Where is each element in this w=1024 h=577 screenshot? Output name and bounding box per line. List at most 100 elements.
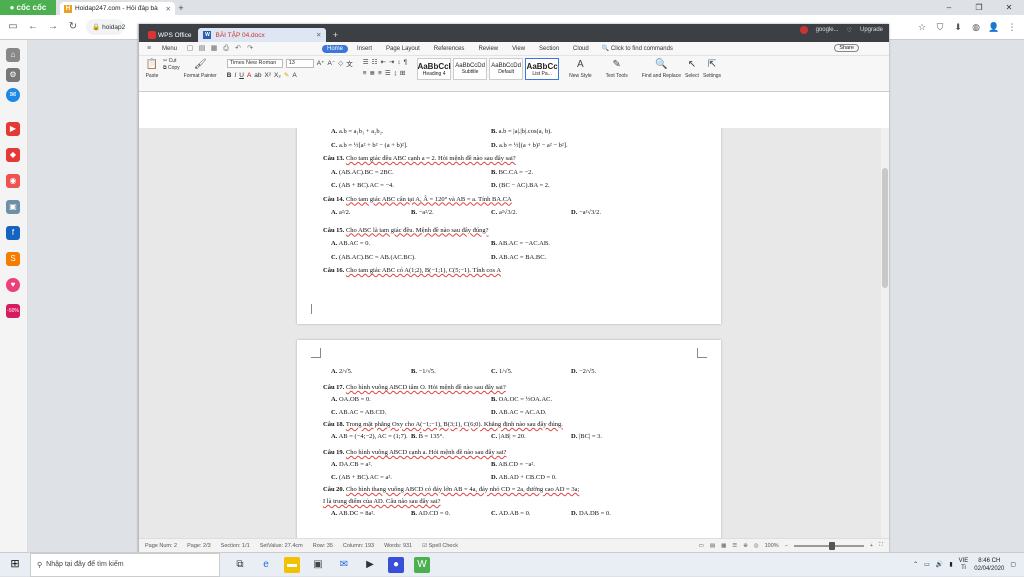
answer-option[interactable]: D. −a²√3/2.	[571, 209, 601, 216]
download-icon[interactable]: ⬇	[952, 21, 964, 33]
answer-option[interactable]: B. BC.CA = −2.	[491, 169, 533, 176]
vertical-scrollbar[interactable]	[881, 128, 889, 538]
select-button[interactable]: ↖ Select	[685, 58, 699, 80]
home-icon[interactable]: ⌂	[6, 48, 20, 62]
answer-option[interactable]: D. |BC| = 3.	[571, 433, 602, 440]
answer-option[interactable]: C. AB.AC = AB.CD.	[331, 409, 386, 416]
grow-font-icon[interactable]: A⁺	[317, 59, 325, 67]
style-list-paragraph[interactable]: AaBbCc List Pa...	[525, 58, 560, 80]
clear-format-icon[interactable]: ◇	[338, 59, 343, 67]
answer-option[interactable]: D. −2/√5.	[571, 368, 596, 375]
text-tools-button[interactable]: ✎ Text Tools	[606, 58, 628, 80]
italic-button[interactable]: I	[234, 72, 236, 79]
scrollbar-thumb[interactable]	[882, 168, 888, 288]
answer-option[interactable]: C. 1/√5.	[491, 368, 512, 375]
strikethrough-icon[interactable]: ab	[254, 72, 261, 79]
shield-icon[interactable]: ⛉	[934, 21, 946, 33]
store-icon[interactable]: ▣	[310, 557, 326, 573]
paste-button[interactable]: 📋 Paste	[145, 58, 159, 80]
answer-option[interactable]: A. a.b = a₁b₁ + a₂b₂.	[331, 128, 384, 135]
tab-home[interactable]: Home	[322, 44, 349, 53]
answer-option[interactable]: B. AD.CD = 0.	[411, 510, 450, 517]
bold-button[interactable]: B	[227, 72, 232, 79]
align-center-icon[interactable]: ≣	[370, 69, 375, 77]
question-line[interactable]: Câu 16. Cho tam giác ABC có A(1;2), B(−1…	[323, 267, 501, 274]
answer-option[interactable]: A. OA.OB = 0.	[331, 396, 371, 403]
font-name-select[interactable]: Times New Roman	[226, 58, 283, 68]
spell-check-button[interactable]: ☑ Spell Check	[422, 543, 458, 549]
document-area[interactable]: A. a.b = a₁b₁ + a₂b₂. B. a.b = |a|.|b|.co…	[139, 128, 889, 538]
answer-option[interactable]: C. (AB + BC).AC = −4.	[331, 182, 394, 189]
answer-option[interactable]: D. AB.AD + CB.CD = 0.	[491, 474, 557, 481]
language-indicator[interactable]: VIE Ti	[959, 558, 969, 572]
answer-option[interactable]: A. (AB.AC).BC = 2BC.	[331, 169, 394, 176]
tab-insert[interactable]: Insert	[352, 45, 377, 53]
char-shading-icon[interactable]: A	[292, 72, 296, 79]
browser-tab[interactable]: H Hoidap247.com - Hỏi đáp bà ✕	[60, 2, 175, 15]
answer-option[interactable]: D. AB.AC = AC.AD.	[491, 409, 547, 416]
tab-cloud[interactable]: Cloud	[568, 45, 594, 53]
clock[interactable]: 8:46 CH 02/04/2020	[974, 557, 1004, 573]
sidebar-toggle-icon[interactable]: ▭	[6, 20, 20, 34]
shopee-icon[interactable]: S	[6, 252, 20, 266]
share-button[interactable]: Share	[834, 44, 859, 52]
tab-view[interactable]: View	[507, 45, 530, 53]
new-tab-button[interactable]: +	[175, 2, 187, 15]
question-line[interactable]: Câu 18. Trong mặt phẳng Oxy cho A(−1;−1)…	[323, 421, 563, 428]
print-layout-icon[interactable]: ▤	[710, 543, 715, 549]
decrease-indent-icon[interactable]: ⇤	[380, 58, 385, 66]
answer-option[interactable]: A. 2/√5.	[331, 368, 352, 375]
close-doc-tab-icon[interactable]: ✕	[316, 31, 321, 39]
command-search[interactable]: 🔍 Click to find commands	[602, 45, 673, 52]
zoom-slider[interactable]	[793, 541, 864, 550]
forward-icon[interactable]: →	[46, 20, 60, 34]
answer-option[interactable]: D. AB.AC = BA.BC.	[491, 254, 546, 261]
status-words[interactable]: Words: 931	[384, 543, 412, 549]
style-heading-4[interactable]: AaBbCcI Heading 4	[417, 58, 452, 80]
sale-badge-icon[interactable]: -50%	[6, 304, 20, 318]
url-field[interactable]: 🔒 hoidap2	[86, 19, 125, 35]
mail-icon[interactable]: ✉	[336, 557, 352, 573]
tab-review[interactable]: Review	[473, 45, 503, 53]
question-continuation[interactable]: I là trung điểm của AD. Câu nào sau đây …	[323, 498, 441, 505]
shrink-font-icon[interactable]: A⁻	[328, 59, 336, 67]
answer-option[interactable]: B. −a²/2.	[411, 209, 434, 216]
zoom-out-icon[interactable]: −	[785, 543, 788, 549]
tab-page-layout[interactable]: Page Layout	[381, 45, 425, 53]
extension-icon[interactable]: ◍	[970, 21, 982, 33]
taskbar-search[interactable]: ⚲ Nhập tại đây để tìm kiếm	[30, 552, 220, 577]
answer-option[interactable]: C. |AB| = 20.	[491, 433, 526, 440]
answer-option[interactable]: D. DA.DB = 0.	[571, 510, 611, 517]
avatar[interactable]	[799, 26, 808, 34]
close-tab-icon[interactable]: ✕	[166, 5, 171, 13]
question-line[interactable]: Câu 14. Cho tam giác ABC cân tại A, Â = …	[323, 196, 512, 203]
answer-option[interactable]: A. AB = (−4;−2), AC = (1;7).	[331, 433, 408, 440]
tab-section[interactable]: Section	[534, 45, 564, 53]
file-explorer-icon[interactable]: ▬	[284, 556, 300, 573]
document-page-1[interactable]: A. a.b = a₁b₁ + a₂b₂. B. a.b = |a|.|b|.co…	[297, 128, 721, 324]
align-left-icon[interactable]: ≡	[363, 70, 367, 77]
read-mode-icon[interactable]: ▭	[699, 543, 704, 549]
justify-icon[interactable]: ☰	[385, 69, 391, 77]
borders-icon[interactable]: ⊞	[400, 69, 405, 77]
outline-icon[interactable]: ☰	[732, 543, 737, 549]
bullets-icon[interactable]: ☰	[363, 58, 369, 66]
question-line[interactable]: Câu 19. Cho hình vuông ABCD cạnh a. Hỏi …	[323, 449, 506, 456]
media-icon[interactable]: ▶	[362, 557, 378, 573]
network-icon[interactable]: ▭	[924, 561, 930, 568]
coccoc-taskbar-icon[interactable]: ●	[388, 556, 404, 573]
copy-button[interactable]: ⧉ Copy	[163, 65, 180, 71]
answer-option[interactable]: A. AB.AC = 0.	[331, 240, 370, 247]
fit-icon[interactable]: ⛶	[879, 542, 883, 549]
answer-option[interactable]: C. AD.AB = 0.	[491, 510, 530, 517]
new-file-icon[interactable]: ▢	[186, 45, 194, 53]
line-spacing-icon[interactable]: ↨	[394, 70, 397, 77]
find-replace-button[interactable]: 🔍 Find and Replace	[642, 58, 681, 80]
increase-indent-icon[interactable]: ⇥	[389, 58, 394, 66]
menu-icon[interactable]: ≡	[145, 45, 153, 53]
question-line[interactable]: Câu 17. Cho hình vuông ABCD tâm O. Hỏi m…	[323, 384, 506, 391]
notification-icon[interactable]: ▢	[1010, 561, 1016, 568]
show-marks-icon[interactable]: ¶	[404, 59, 408, 66]
app-icon-red[interactable]: ◆	[6, 148, 20, 162]
coccoc-logo[interactable]: ● cốc cốc	[0, 0, 56, 15]
